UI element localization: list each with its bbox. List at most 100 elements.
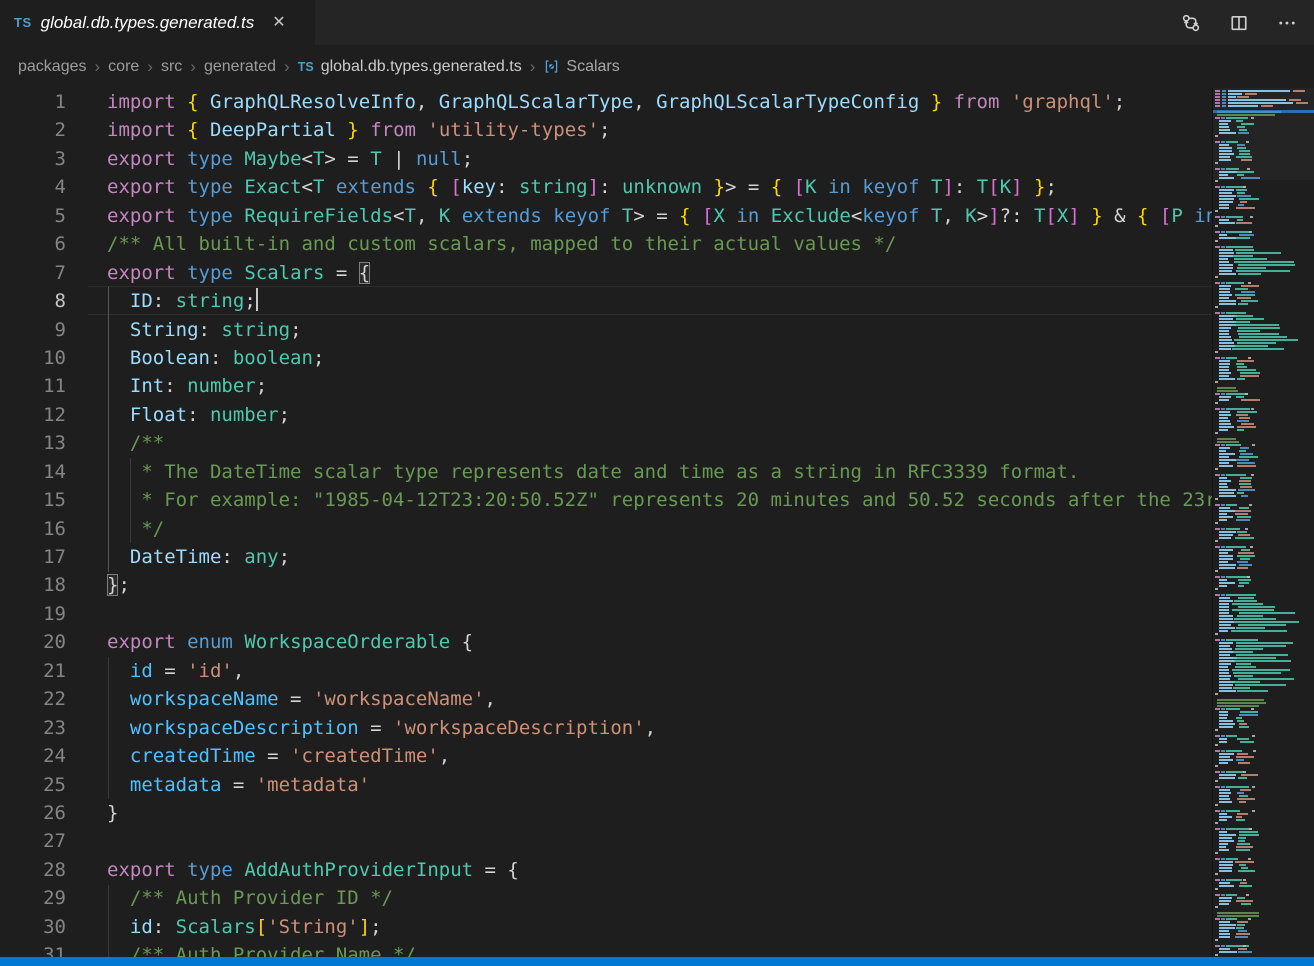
- code-editor[interactable]: 1import { GraphQLResolveInfo, GraphQLSca…: [0, 88, 1314, 957]
- line-number[interactable]: 9: [0, 316, 66, 344]
- line-number[interactable]: 10: [0, 344, 66, 372]
- line-number[interactable]: 8: [0, 287, 66, 315]
- line-number[interactable]: 11: [0, 372, 66, 400]
- code-text: ID: string;: [107, 287, 258, 315]
- code-line[interactable]: 21 id = 'id',: [0, 657, 1212, 685]
- code-text: };: [107, 571, 130, 599]
- line-number[interactable]: 16: [0, 515, 66, 543]
- code-line[interactable]: 26}: [0, 799, 1212, 827]
- code-text: /** Auth Provider ID */: [107, 884, 393, 912]
- line-number[interactable]: 2: [0, 116, 66, 144]
- code-text: workspaceDescription = 'workspaceDescrip…: [107, 714, 656, 742]
- line-number[interactable]: 6: [0, 230, 66, 258]
- code-line[interactable]: 9 String: string;: [0, 316, 1212, 344]
- code-line[interactable]: 30 id: Scalars['String'];: [0, 913, 1212, 941]
- line-number[interactable]: 20: [0, 628, 66, 656]
- line-number[interactable]: 5: [0, 202, 66, 230]
- line-number[interactable]: 1: [0, 88, 66, 116]
- code-line[interactable]: 1import { GraphQLResolveInfo, GraphQLSca…: [0, 88, 1212, 116]
- code-line[interactable]: 14 * The DateTime scalar type represents…: [0, 458, 1212, 486]
- line-number[interactable]: 28: [0, 856, 66, 884]
- code-line[interactable]: 25 metadata = 'metadata': [0, 771, 1212, 799]
- line-number[interactable]: 14: [0, 458, 66, 486]
- more-actions-icon[interactable]: [1276, 12, 1298, 34]
- line-number[interactable]: 25: [0, 771, 66, 799]
- open-changes-icon[interactable]: [1180, 12, 1202, 34]
- code-line[interactable]: 19: [0, 600, 1212, 628]
- line-number[interactable]: 4: [0, 173, 66, 201]
- minimap[interactable]: [1212, 88, 1314, 957]
- line-number[interactable]: 19: [0, 600, 66, 628]
- breadcrumb-item-symbol[interactable]: Scalars: [566, 58, 619, 76]
- breadcrumb-item-core[interactable]: core: [108, 58, 139, 76]
- minimap-current-line-marker: [1213, 110, 1314, 113]
- code-line[interactable]: 13 /**: [0, 429, 1212, 457]
- line-number[interactable]: 21: [0, 657, 66, 685]
- breadcrumb-separator: ›: [190, 57, 196, 77]
- code-line[interactable]: 22 workspaceName = 'workspaceName',: [0, 685, 1212, 713]
- code-line[interactable]: 20export enum WorkspaceOrderable {: [0, 628, 1212, 656]
- line-number[interactable]: 15: [0, 486, 66, 514]
- line-number[interactable]: 7: [0, 259, 66, 287]
- code-line[interactable]: 6/** All built-in and custom scalars, ma…: [0, 230, 1212, 258]
- code-text: export type Maybe<T> = T | null;: [107, 145, 473, 173]
- line-number[interactable]: 17: [0, 543, 66, 571]
- code-text: /** Auth Provider Name */: [107, 941, 416, 957]
- line-number[interactable]: 26: [0, 799, 66, 827]
- split-editor-icon[interactable]: [1228, 12, 1250, 34]
- code-line[interactable]: 3 export type Maybe<T> = T | null;: [0, 145, 1212, 173]
- line-number[interactable]: 31: [0, 941, 66, 957]
- breadcrumb-separator: ›: [147, 57, 153, 77]
- code-text: * The DateTime scalar type represents da…: [107, 458, 1079, 486]
- code-text: export type Scalars = {: [107, 259, 370, 287]
- line-number[interactable]: 3: [0, 145, 66, 173]
- code-line[interactable]: 17 DateTime: any;: [0, 543, 1212, 571]
- code-line[interactable]: 18};: [0, 571, 1212, 599]
- code-line[interactable]: 12 Float: number;: [0, 401, 1212, 429]
- code-text: id = 'id',: [107, 657, 244, 685]
- line-number[interactable]: 29: [0, 884, 66, 912]
- vscode-window: TS global.db.types.generated.ts ✕: [0, 0, 1314, 966]
- code-line[interactable]: 23 workspaceDescription = 'workspaceDesc…: [0, 714, 1212, 742]
- code-line[interactable]: 31 /** Auth Provider Name */: [0, 941, 1212, 957]
- code-text: export type RequireFields<T, K extends k…: [107, 202, 1212, 230]
- line-number[interactable]: 30: [0, 913, 66, 941]
- breadcrumb-item-file[interactable]: global.db.types.generated.ts: [321, 58, 522, 76]
- line-number[interactable]: 13: [0, 429, 66, 457]
- code-line[interactable]: 8 ID: string;: [0, 287, 1212, 315]
- breadcrumb-separator: ›: [530, 57, 536, 77]
- line-number[interactable]: 22: [0, 685, 66, 713]
- code-line[interactable]: 4 export type Exact<T extends { [key: str…: [0, 173, 1212, 201]
- code-line[interactable]: 27: [0, 827, 1212, 855]
- code-line[interactable]: 5 export type RequireFields<T, K extends …: [0, 202, 1212, 230]
- code-text: workspaceName = 'workspaceName',: [107, 685, 496, 713]
- code-text: createdTime = 'createdTime',: [107, 742, 450, 770]
- line-number[interactable]: 23: [0, 714, 66, 742]
- line-number[interactable]: 24: [0, 742, 66, 770]
- tab-global-db-types[interactable]: TS global.db.types.generated.ts ✕: [0, 0, 315, 45]
- code-text: export type Exact<T extends { [key: stri…: [107, 173, 1057, 201]
- code-text: Int: number;: [107, 372, 267, 400]
- breadcrumb-item-src[interactable]: src: [161, 58, 182, 76]
- line-number[interactable]: 12: [0, 401, 66, 429]
- code-line[interactable]: 29 /** Auth Provider ID */: [0, 884, 1212, 912]
- code-text: export type AddAuthProviderInput = {: [107, 856, 519, 884]
- breadcrumb-separator: ›: [284, 57, 290, 77]
- code-area[interactable]: 1import { GraphQLResolveInfo, GraphQLSca…: [0, 88, 1212, 957]
- breadcrumb-item-generated[interactable]: generated: [204, 58, 276, 76]
- line-number[interactable]: 27: [0, 827, 66, 855]
- breadcrumb-item-packages[interactable]: packages: [18, 58, 87, 76]
- code-line[interactable]: 24 createdTime = 'createdTime',: [0, 742, 1212, 770]
- status-bar: [0, 957, 1314, 966]
- code-line[interactable]: 10 Boolean: boolean;: [0, 344, 1212, 372]
- code-text: * For example: "1985-04-12T23:20:50.52Z"…: [107, 486, 1212, 514]
- close-icon[interactable]: ✕: [268, 13, 289, 33]
- line-number[interactable]: 18: [0, 571, 66, 599]
- code-line[interactable]: 11 Int: number;: [0, 372, 1212, 400]
- code-line[interactable]: 7 export type Scalars = {: [0, 259, 1212, 287]
- code-text: id: Scalars['String'];: [107, 913, 382, 941]
- code-line[interactable]: 2import { DeepPartial } from 'utility-ty…: [0, 116, 1212, 144]
- code-line[interactable]: 28 export type AddAuthProviderInput = {: [0, 856, 1212, 884]
- code-line[interactable]: 16 */: [0, 515, 1212, 543]
- code-line[interactable]: 15 * For example: "1985-04-12T23:20:50.5…: [0, 486, 1212, 514]
